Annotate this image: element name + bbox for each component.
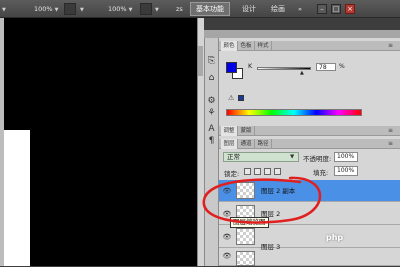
slider-thumb-icon[interactable]: ▲ <box>300 71 304 76</box>
lock-all-checkbox[interactable] <box>274 168 281 175</box>
lock-transparency-checkbox[interactable] <box>244 168 251 175</box>
zs-label: zs <box>176 5 183 13</box>
thumbnail-tooltip: 图层缩览图 <box>230 217 269 228</box>
workspace-painting-link[interactable]: 绘画 <box>271 0 285 18</box>
watermark-logo: php <box>326 233 344 242</box>
web-safe-color-swatch[interactable] <box>238 95 244 101</box>
layer-name[interactable]: 图层 2 副本 <box>261 180 295 202</box>
arrange-documents-button[interactable] <box>140 3 152 15</box>
brush-icon[interactable]: ⚙ <box>205 96 218 106</box>
panel-menu-icon[interactable]: ≡ <box>388 41 393 51</box>
eye-icon[interactable]: 👁 <box>221 180 233 202</box>
chevron-down-icon: ▼ <box>54 7 59 13</box>
workspace-more-icon[interactable]: » <box>298 0 302 18</box>
history-icon[interactable]: ⎘ <box>205 56 218 66</box>
tab-styles[interactable]: 样式 <box>255 41 272 51</box>
chevron-down-icon[interactable]: ▼ <box>290 152 294 162</box>
color-spectrum-ramp[interactable] <box>226 109 362 116</box>
maximize-button[interactable]: □ <box>331 4 341 14</box>
k-percent-label: % <box>339 63 345 70</box>
clone-source-icon[interactable]: ⚘ <box>205 108 218 118</box>
fill-label: 填充: <box>313 169 329 177</box>
panel-menu-icon[interactable]: ≡ <box>388 139 393 149</box>
lock-label: 锁定: <box>224 170 240 178</box>
character-icon[interactable]: A <box>205 124 218 134</box>
workspace-design-link[interactable]: 设计 <box>242 0 256 18</box>
view-mode-caret-icon[interactable]: ▼ <box>80 0 84 19</box>
panel-dock-header[interactable] <box>219 30 400 38</box>
lock-pixels-checkbox[interactable] <box>254 168 261 175</box>
k-channel-label: K <box>248 62 253 70</box>
opacity-input[interactable]: 100% <box>334 152 358 162</box>
scrollbar-thumb[interactable] <box>198 46 203 76</box>
lock-position-checkbox[interactable] <box>264 168 271 175</box>
tab-masks[interactable]: 蒙版 <box>238 126 255 136</box>
close-button[interactable]: × <box>345 4 355 14</box>
layer-thumbnail[interactable] <box>236 228 255 245</box>
zoom-select-2[interactable]: 100% ▼ <box>108 0 133 19</box>
gamut-warning-icon[interactable]: ⚠ <box>228 94 234 102</box>
layer-thumbnail[interactable] <box>236 251 255 266</box>
view-mode-button[interactable] <box>64 3 76 15</box>
paragraph-icon[interactable]: ¶ <box>205 136 218 146</box>
tab-layers[interactable]: 图层 <box>221 139 238 149</box>
zoom-select-1[interactable]: 100% ▼ <box>34 0 59 19</box>
eye-icon[interactable]: 👁 <box>221 245 233 267</box>
k-value-input[interactable]: 78 <box>316 63 336 71</box>
panel-menu-icon[interactable]: ≡ <box>388 126 393 136</box>
fill-input[interactable]: 100% <box>334 166 358 176</box>
arrange-caret-icon[interactable]: ▼ <box>155 0 159 19</box>
foreground-color-swatch[interactable] <box>226 62 237 73</box>
info-icon[interactable]: ⌂ <box>205 73 218 83</box>
tab-adjustments[interactable]: 调整 <box>221 126 238 136</box>
layer-thumbnail[interactable] <box>236 182 255 199</box>
document-canvas[interactable] <box>4 18 197 266</box>
layer-name[interactable]: 图层 3 <box>261 236 280 258</box>
tab-swatches[interactable]: 色板 <box>238 41 255 51</box>
opacity-label: 不透明度: <box>303 155 332 163</box>
workspace-essentials-button[interactable]: 基本功能 <box>190 2 230 16</box>
chevron-down-icon: ▼ <box>128 7 133 13</box>
tab-paths[interactable]: 路径 <box>255 139 272 149</box>
minimize-button[interactable]: – <box>317 4 327 14</box>
tab-color[interactable]: 颜色 <box>221 41 238 51</box>
icon-strip-header[interactable] <box>204 30 219 38</box>
document-white-region <box>4 130 30 266</box>
blend-mode-select[interactable]: 正常 <box>223 152 299 162</box>
tool-preset-caret-icon[interactable]: ▼ <box>2 0 6 19</box>
tab-channels[interactable]: 通道 <box>238 139 255 149</box>
